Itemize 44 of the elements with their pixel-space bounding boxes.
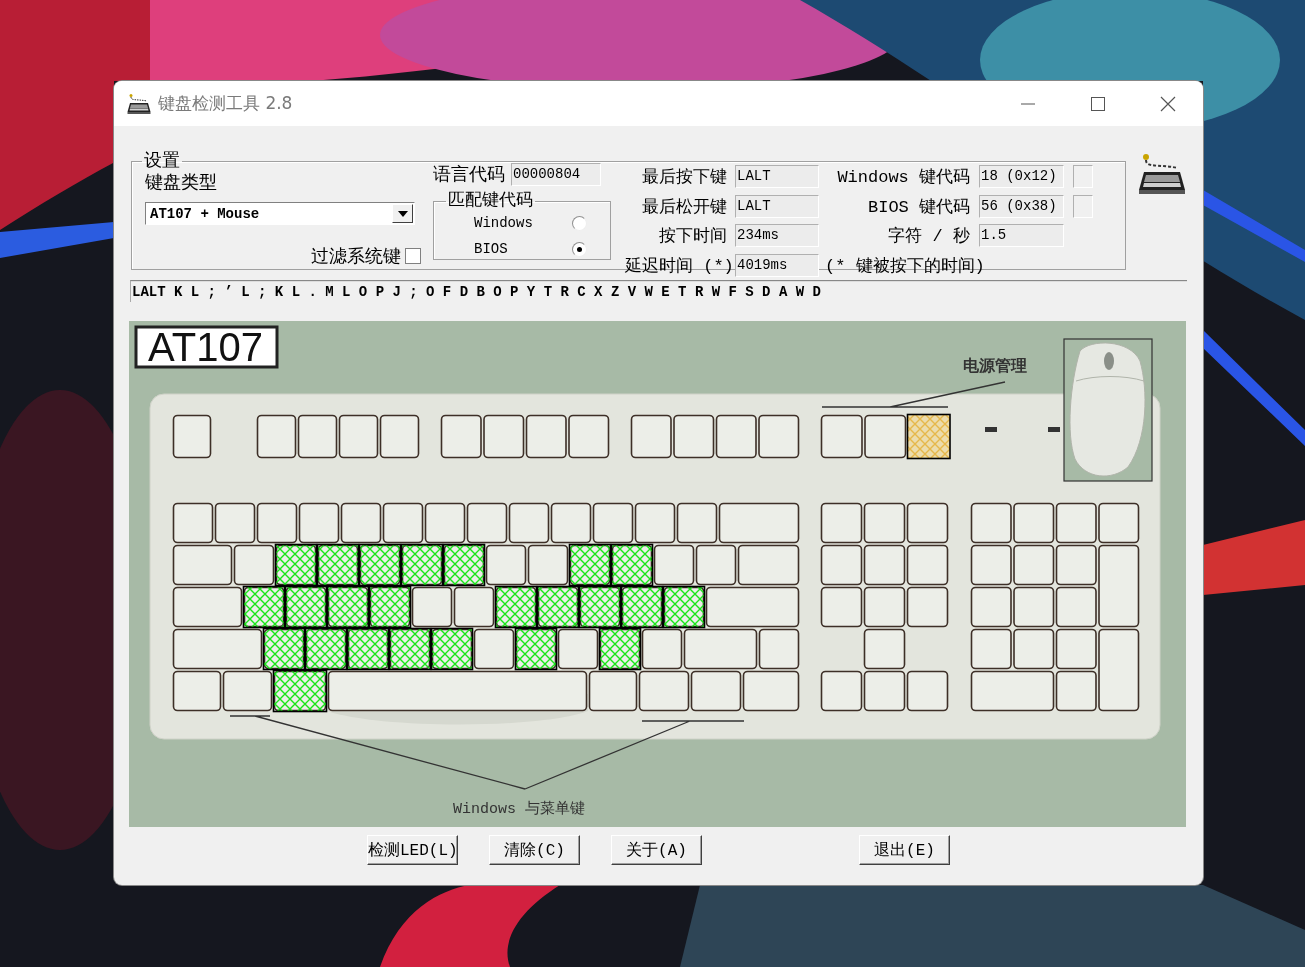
- dropdown-button[interactable]: [392, 204, 413, 223]
- dialog-button[interactable]: 清除(C): [489, 835, 580, 865]
- maximize-icon: [1091, 96, 1105, 111]
- value-field: 4019ms: [735, 253, 819, 277]
- field-label: 键盘类型: [145, 172, 218, 194]
- radio-label: Windows: [474, 215, 534, 231]
- checkbox[interactable]: [405, 248, 421, 264]
- field-label: 按下时间: [658, 226, 728, 248]
- radio-button[interactable]: [572, 241, 587, 257]
- value-field: 1.5: [979, 224, 1064, 248]
- field-label: BIOS 键代码: [867, 196, 971, 218]
- dialog-button[interactable]: 检测LED(L): [367, 835, 458, 865]
- value-field: LALT: [735, 194, 819, 218]
- callout-label: 电源管理: [963, 356, 1027, 375]
- key-log-text: LALT K L ; ’ L ; K L . M L O P J ; O F D B O P Y T R C X Z V W E T R W F S D A W D: [131, 284, 821, 300]
- language-code-field: 00000804: [511, 162, 601, 186]
- value-field: 18 (0x12): [979, 165, 1064, 189]
- field-label: 延迟时间 (*): [625, 255, 735, 277]
- radio-label: BIOS: [474, 241, 509, 257]
- indicator-light: [1048, 427, 1060, 432]
- value-field: LALT: [735, 165, 819, 189]
- group-title: 设置: [143, 152, 181, 170]
- keyboard-icon: [126, 92, 152, 115]
- value-field: 56 (0x38): [979, 194, 1064, 218]
- model-label: AT107: [134, 325, 279, 369]
- window-title: 键盘检测工具 2.8: [158, 92, 293, 115]
- note-text: (* 键被按下的时间): [824, 255, 986, 277]
- keyboard-type-dropdown[interactable]: AT107 + Mouse: [145, 202, 415, 225]
- caret-icon: [397, 210, 408, 217]
- field-label: 字符 / 秒: [887, 225, 971, 248]
- indicator-light: [985, 427, 997, 432]
- group-title: 匹配键代码: [447, 192, 534, 210]
- callout-label: Windows 与菜单键: [453, 801, 585, 818]
- field-label: 最后松开键: [641, 196, 728, 218]
- field-label: 最后按下键: [641, 167, 728, 189]
- minimize-icon: [1021, 102, 1035, 105]
- dialog-button[interactable]: 关于(A): [611, 835, 702, 865]
- checkbox-label: 过滤系统键: [311, 246, 401, 268]
- keyboard-icon: [1138, 152, 1186, 196]
- field-label: Windows 键代码: [836, 167, 971, 189]
- value-field: 234ms: [735, 224, 819, 248]
- field-label: 语言代码: [433, 164, 505, 186]
- close-icon: [1160, 95, 1176, 112]
- radio-button[interactable]: [572, 215, 587, 231]
